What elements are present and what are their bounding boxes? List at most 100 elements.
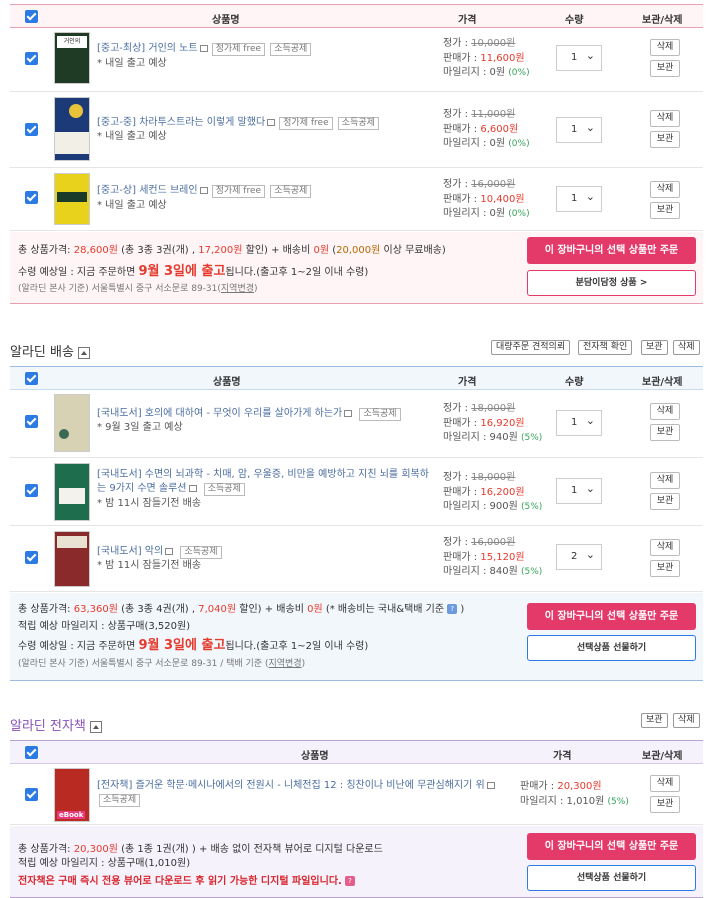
col-price: 가격 [458,377,477,388]
book-cover[interactable] [54,173,90,225]
item-title[interactable]: [국내도서] 호의에 대하여 - 무엇이 우리를 살아가게 하는가 소득공제 [97,407,401,421]
item-checkbox[interactable] [25,484,38,497]
col-price: 가격 [458,15,477,26]
delete-all-button[interactable]: 삭제 [673,340,700,355]
tag-badge: 소득공제 [203,483,245,496]
keep-button[interactable]: 보관 [650,560,680,577]
delete-button[interactable]: 삭제 [650,472,680,489]
book-cover[interactable] [54,531,90,587]
total-line: 총 상품가격: 63,360원 (총 3종 4권(개) , 7,040원 할인)… [18,604,465,615]
item-title[interactable]: [중고-최상] 거인의 노트 정가제 free 소득공제 [97,42,312,56]
keep-button[interactable]: 보관 [650,796,680,813]
tag-badge: 소득공제 [359,408,401,421]
keep-button[interactable]: 보관 [650,60,680,77]
used-cart-table: 상품명 가격 수량 보관/삭제 거인의 [중고-최상] 거인의 노트 정가제 fr… [10,0,703,304]
delete-button[interactable]: 삭제 [650,539,680,556]
item-checkbox[interactable] [25,191,38,204]
price-block: 정가 : 11,000원 판매가 : 6,600원 마일리지 : 0원 (0%) [443,109,530,149]
col-action: 보관/삭제 [642,751,683,762]
keep-button[interactable]: 보관 [650,424,680,441]
change-region-link[interactable]: 지역변경 [221,284,254,294]
cart-item-row: 거인의 [중고-최상] 거인의 노트 정가제 free 소득공제 * 내일 출고 … [10,28,703,92]
tag-badge: 소득공제 [337,117,379,130]
delete-button[interactable]: 삭제 [650,181,680,198]
book-cover[interactable]: eBook [54,768,90,822]
keep-all-button[interactable]: 보관 [641,713,668,728]
ship-note: * 내일 출고 예상 [97,200,167,211]
delete-button[interactable]: 삭제 [650,403,680,420]
secondary-button[interactable]: 분담이담정 상품 > [527,270,696,296]
book-cover[interactable] [54,394,90,452]
select-all-checkbox[interactable] [25,10,38,23]
cart-item-row: [중고-상] 세컨드 브레인 정가제 free 소득공제 * 내일 출고 예상 정… [10,169,703,231]
keep-all-button[interactable]: 보관 [641,340,668,355]
new-window-icon[interactable] [165,547,174,555]
delete-button[interactable]: 삭제 [650,39,680,56]
new-window-icon[interactable] [199,44,208,52]
new-window-icon[interactable] [486,781,495,789]
keep-button[interactable]: 보관 [650,493,680,510]
cart-item-row: [중고-중] 차라투스트라는 이렇게 말했다 정가제 free 소득공제 * 내일… [10,93,703,168]
quantity-select[interactable]: 1 [556,45,602,71]
used-summary: 총 상품가격: 28,600원 (총 3종 3권(개) , 17,200원 할인… [10,232,703,304]
delivery-date-line: 수령 예상일 : 지금 주문하면 9월 3일에 출고됩니다.(출고후 1~2일 … [18,264,369,279]
quantity-select[interactable]: 1 [556,478,602,504]
item-checkbox[interactable] [25,551,38,564]
collapse-icon[interactable] [89,720,102,733]
item-checkbox[interactable] [25,415,38,428]
ebook-check-button[interactable]: 전자책 확인 [578,340,633,355]
quantity-select[interactable]: 1 [556,186,602,212]
select-all-checkbox[interactable] [25,372,38,385]
item-title[interactable]: [국내도서] 악의 소득공제 [97,545,222,559]
ebook-cart-table: 상품명 가격 보관/삭제 eBook [전자책] 즐거운 학문·메시나에서의 전… [10,740,703,898]
ebook-section-title: 알라딘 전자책 [10,715,102,734]
ebook-notice: 전자책은 구매 즉시 전용 뷰어로 다운로드 후 읽기 가능한 디지털 파일입니… [18,872,356,887]
item-title[interactable]: [중고-중] 차라투스트라는 이렇게 말했다 정가제 free 소득공제 [97,116,379,130]
delete-button[interactable]: 삭제 [650,110,680,127]
bulk-quote-button[interactable]: 대량주문 견적의뢰 [491,340,571,355]
item-title[interactable]: [중고-상] 세컨드 브레인 정가제 free 소득공제 [97,184,312,198]
change-region-link[interactable]: 지역변경 [269,659,302,669]
ship-note: * 내일 출고 예상 [97,131,167,142]
new-window-icon[interactable] [188,484,197,492]
item-checkbox[interactable] [25,52,38,65]
order-selected-button[interactable]: 이 장바구니의 선택 상품만 주문 [527,833,696,860]
keep-button[interactable]: 보관 [650,131,680,148]
price-block: 정가 : 10,000원 판매가 : 11,600원 마일리지 : 0원 (0%… [443,38,530,78]
quantity-select[interactable]: 1 [556,117,602,143]
select-all-checkbox[interactable] [25,746,38,759]
help-icon[interactable]: ? [345,876,356,886]
quantity-select[interactable]: 2 [556,544,602,570]
quantity-select[interactable]: 1 [556,410,602,436]
help-icon[interactable]: ? [447,604,458,614]
gift-selected-button[interactable]: 선택상품 선물하기 [527,635,696,661]
item-checkbox[interactable] [25,123,38,136]
mileage-line: 적립 예상 마일리지 : 상품구매(3,520원) [18,621,191,632]
delivery-date-line: 수령 예상일 : 지금 주문하면 9월 3일에 출고됩니다.(출고후 1~2일 … [18,638,369,653]
order-selected-button[interactable]: 이 장바구니의 선택 상품만 주문 [527,237,696,264]
delete-all-button[interactable]: 삭제 [673,713,700,728]
gift-selected-button[interactable]: 선택상품 선물하기 [527,865,696,891]
new-window-icon[interactable] [344,409,353,417]
item-title[interactable]: [국내도서] 수면의 뇌과학 - 치매, 암, 우울증, 비만을 예방하고 지친… [97,468,437,496]
book-cover[interactable]: 거인의 [54,32,90,84]
address-line: (알라딘 본사 기준) 서울특별시 중구 서소문로 89-31(지역변경) [18,284,258,294]
tag-badge: 정가제 free [211,43,266,56]
item-checkbox[interactable] [25,788,38,801]
keep-button[interactable]: 보관 [650,202,680,219]
new-window-icon[interactable] [267,118,276,126]
ebook-summary: 총 상품가격: 20,300원 (총 1종 1권(개) ) + 배송 없이 전자… [10,826,703,898]
order-selected-button[interactable]: 이 장바구니의 선택 상품만 주문 [527,603,696,630]
ship-note: * 내일 출고 예상 [97,58,167,69]
delete-button[interactable]: 삭제 [650,775,680,792]
tag-badge: 정가제 free [279,117,333,130]
cart-item-row: [국내도서] 호의에 대하여 - 무엇이 우리를 살아가게 하는가 소득공제 *… [10,390,703,458]
address-line: (알라딘 본사 기준) 서울특별시 중구 서소문로 89-31 / 택배 기준 … [18,659,306,669]
price-block: 정가 : 16,000원 판매가 : 10,400원 마일리지 : 0원 (0%… [443,179,530,219]
new-window-icon[interactable] [199,186,208,194]
collapse-icon[interactable] [77,346,90,359]
book-cover[interactable] [54,97,90,161]
book-cover[interactable] [54,463,90,521]
total-line: 총 상품가격: 28,600원 (총 3종 3권(개) , 17,200원 할인… [18,245,446,256]
item-title[interactable]: [전자책] 즐거운 학문·메시나에서의 전원시 - 니체전집 12 : 칭찬이나… [97,779,522,807]
